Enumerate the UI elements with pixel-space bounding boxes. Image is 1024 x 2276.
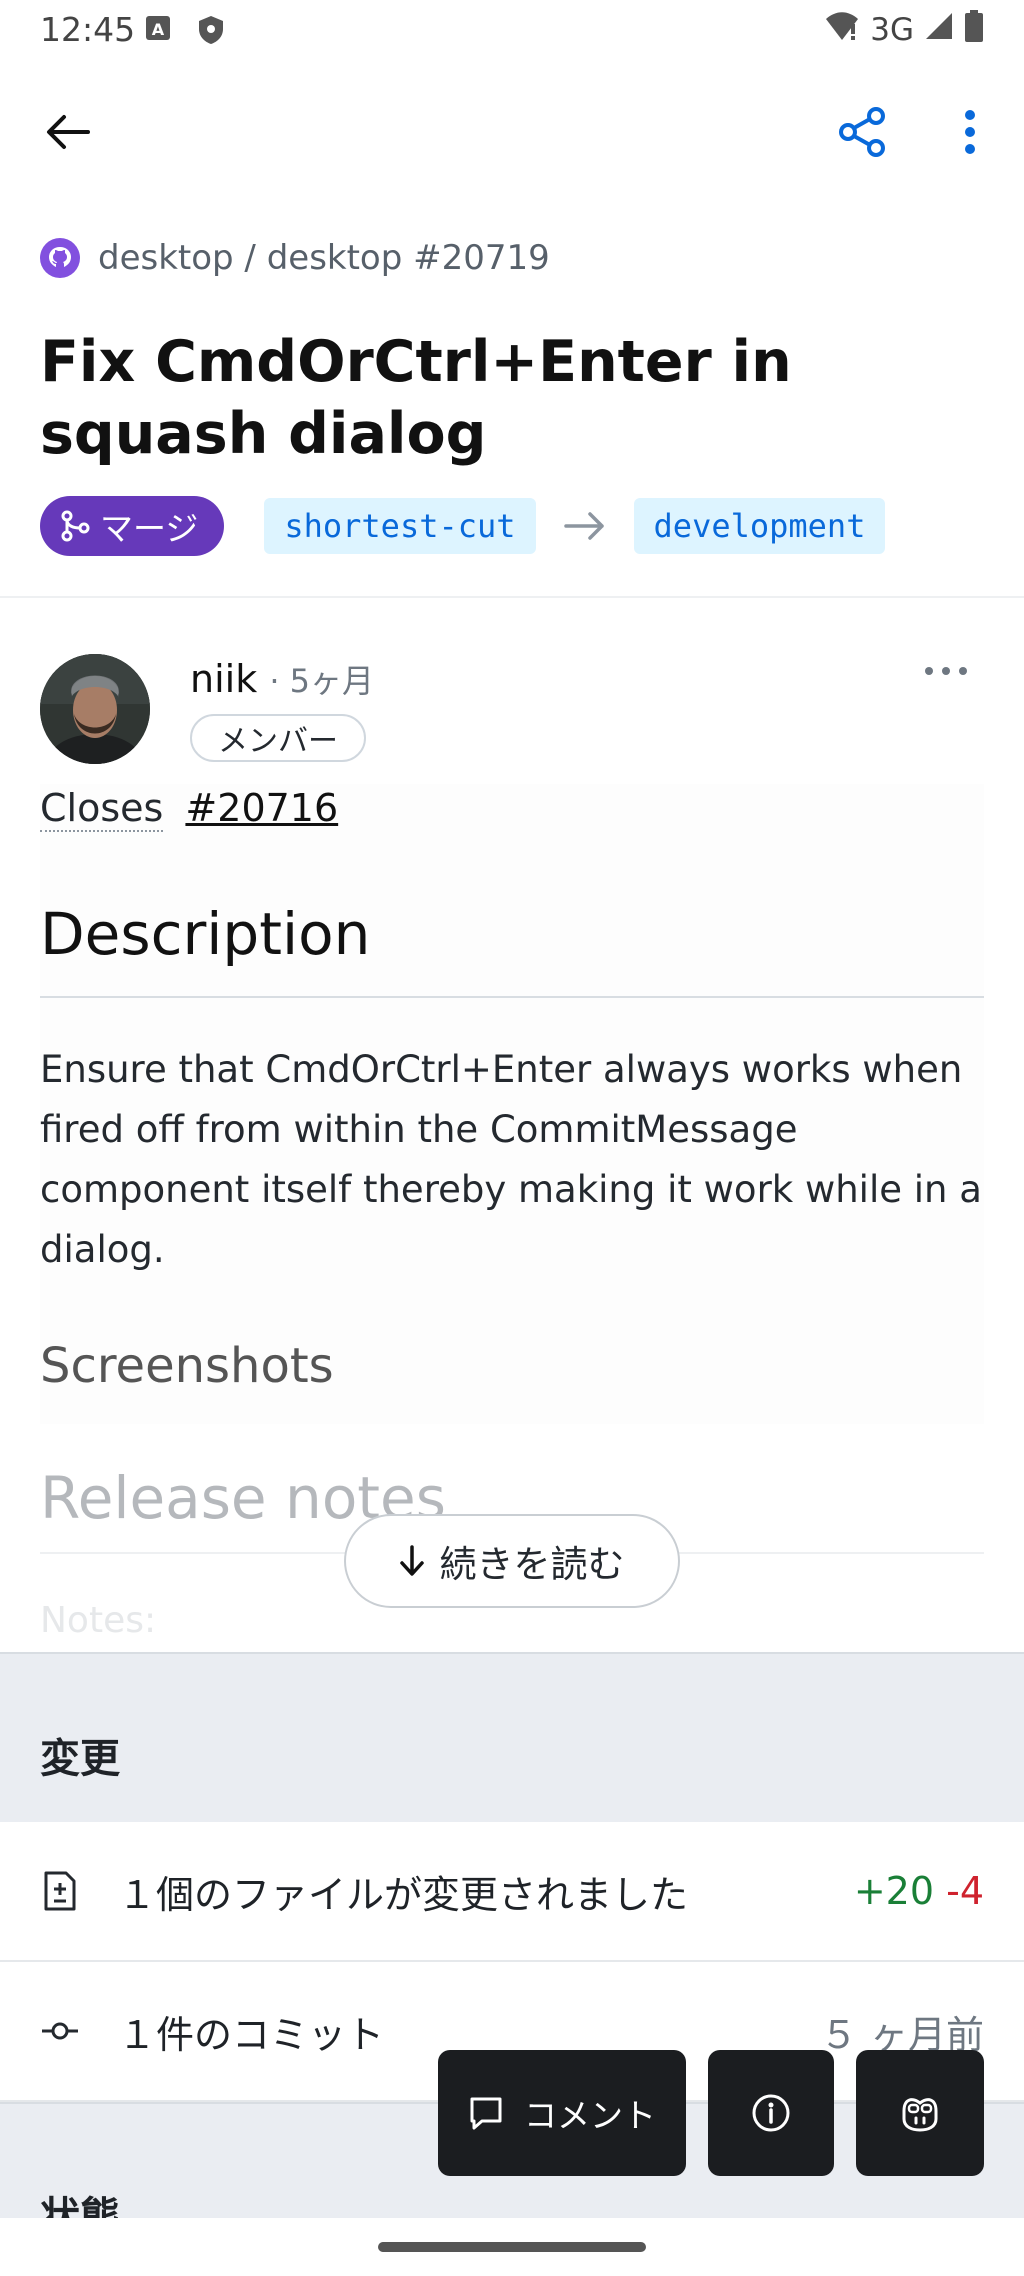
copilot-icon [902, 2098, 938, 2132]
role-badge: メンバー [190, 714, 366, 762]
arrow-down-icon [399, 1545, 424, 1576]
repo-breadcrumb[interactable]: desktop / desktop #20719 [40, 238, 550, 278]
notes-label: Notes: [40, 1600, 157, 1641]
copilot-button[interactable] [856, 2050, 984, 2176]
repo-path: desktop / desktop #20719 [98, 238, 550, 278]
files-changed-label: １個のファイルが変更されました [118, 1872, 689, 1917]
commits-label: １件のコミット [118, 2012, 385, 2057]
read-more-button[interactable]: 続きを読む [344, 1514, 680, 1608]
wifi-icon [824, 10, 860, 50]
shield-icon [196, 14, 226, 50]
info-button[interactable] [708, 2050, 834, 2176]
changes-section-header: 変更 [0, 1652, 1024, 1822]
author-line: niik · 5ヶ月 [190, 656, 374, 702]
state-title: 状態 [40, 2194, 120, 2218]
heading-rule [40, 996, 984, 998]
status-time: 12:45 [40, 10, 136, 49]
comment-button-label: コメント [524, 2096, 656, 2135]
commit-icon [40, 2011, 80, 2051]
avatar[interactable] [40, 654, 150, 764]
svg-text:A: A [152, 20, 165, 39]
arrow-right-icon [560, 511, 610, 541]
back-arrow-icon [47, 115, 90, 149]
battery-icon [964, 10, 984, 50]
description-heading: Description [40, 900, 371, 968]
merged-label: マージ [100, 509, 199, 548]
network-type: 3G [870, 12, 914, 48]
deletions-count: -4 [946, 1869, 984, 1913]
github-logo-icon [40, 238, 80, 278]
closes-label: Closes [40, 786, 164, 832]
branch-row: マージ shortest-cut development [40, 496, 886, 556]
file-diff-icon [40, 1871, 80, 1911]
app-bar [0, 80, 1024, 176]
back-button[interactable] [36, 100, 100, 164]
comment-more-button[interactable] [918, 656, 974, 686]
comment-icon [470, 2097, 502, 2130]
files-changed-row[interactable]: １個のファイルが変更されました +20 -4 [0, 1822, 1024, 1962]
share-button[interactable] [830, 100, 894, 164]
more-horiz-icon [925, 667, 967, 675]
comment-time: · 5ヶ月 [269, 662, 375, 700]
description-text: Ensure that CmdOrCtrl+Enter always works… [40, 1048, 982, 1271]
closes-line: Closes #20716 [40, 786, 338, 832]
diff-stats: +20 -4 [854, 1869, 984, 1913]
more-options-button[interactable] [938, 100, 1002, 164]
share-icon [839, 107, 885, 157]
author-name[interactable]: niik [190, 657, 257, 701]
home-gesture-pill[interactable] [378, 2242, 646, 2252]
screenshots-heading: Screenshots [40, 1338, 334, 1394]
info-icon [752, 2094, 790, 2132]
system-nav-bar [0, 2218, 1024, 2276]
merge-icon [61, 510, 90, 542]
closes-issue-link[interactable]: #20716 [185, 786, 338, 830]
head-branch[interactable]: shortest-cut [264, 498, 536, 554]
base-branch[interactable]: development [633, 498, 886, 554]
pr-title: Fix CmdOrCtrl+Enter in squash dialog [40, 329, 792, 467]
comment-button[interactable]: コメント [438, 2050, 686, 2176]
a-badge-icon: A [144, 14, 172, 46]
changes-title: 変更 [40, 1736, 120, 1782]
signal-icon [924, 11, 954, 49]
additions-count: +20 [853, 1869, 935, 1913]
read-more-label: 続きを読む [439, 1543, 625, 1586]
merged-status-badge: マージ [40, 496, 225, 556]
more-vert-icon [965, 110, 975, 154]
divider [0, 596, 1024, 598]
status-bar: 12:45 A 3G [0, 0, 1024, 60]
